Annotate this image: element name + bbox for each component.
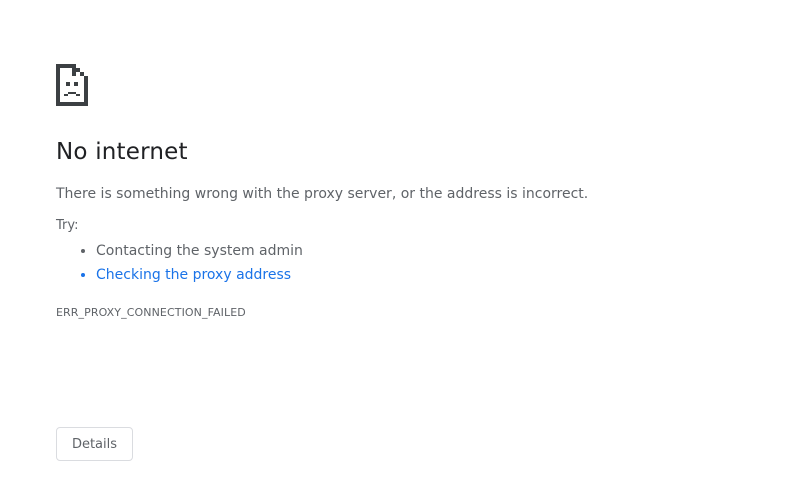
check-proxy-link[interactable]: Checking the proxy address bbox=[96, 267, 291, 283]
try-label: Try: bbox=[56, 218, 79, 233]
details-button[interactable]: Details bbox=[56, 427, 133, 461]
error-code: ERR_PROXY_CONNECTION_FAILED bbox=[56, 306, 246, 319]
error-page: No internet There is something wrong wit… bbox=[0, 0, 800, 483]
sad-document-icon bbox=[56, 64, 90, 106]
suggestion-contact-admin: Contacting the system admin bbox=[96, 239, 303, 263]
suggestion-label: Contacting the system admin bbox=[96, 243, 303, 259]
suggestion-list: Contacting the system admin Checking the… bbox=[56, 239, 303, 287]
error-description: There is something wrong with the proxy … bbox=[56, 186, 589, 202]
page-title: No internet bbox=[56, 139, 188, 165]
suggestion-check-proxy[interactable]: Checking the proxy address bbox=[96, 263, 303, 287]
